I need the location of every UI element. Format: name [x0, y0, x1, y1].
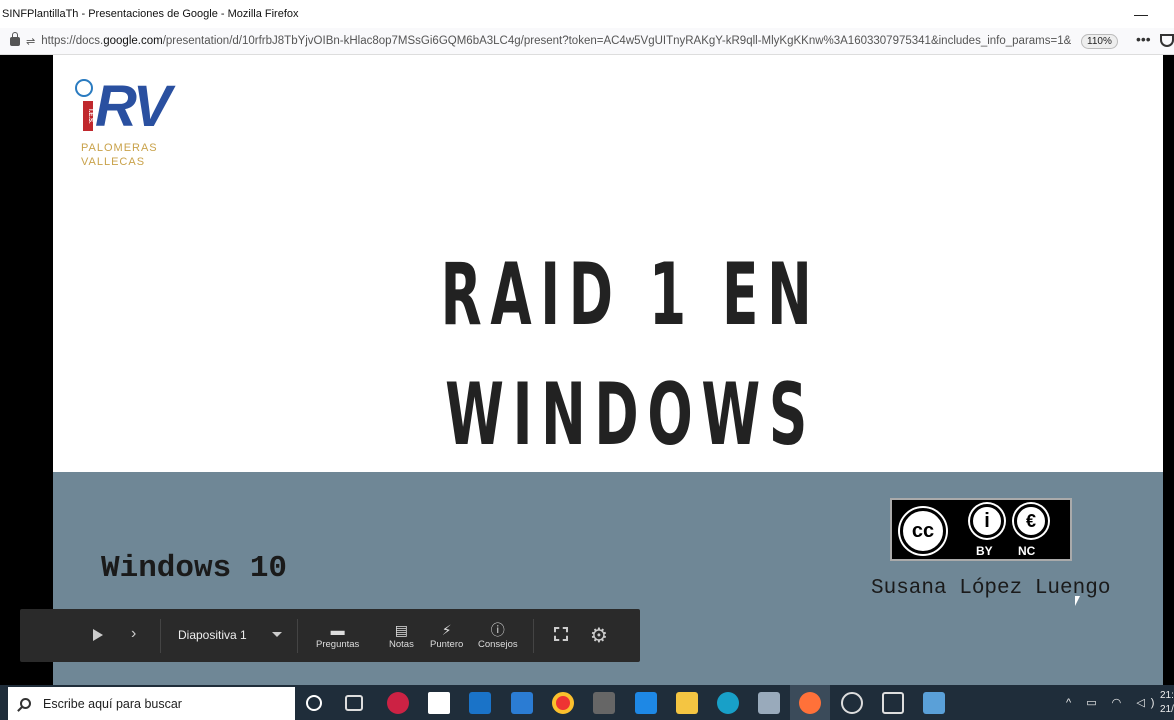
presenter-toolbar: › Diapositiva 1 ▬ Preguntas ▤ Notas ⚡ Pu…: [20, 609, 640, 662]
clock[interactable]: 21: 21/10: [1160, 689, 1174, 717]
task-view-icon[interactable]: [345, 695, 363, 711]
logo-name: PALOMERAS VALLECAS: [81, 142, 158, 168]
calculator-icon[interactable]: [593, 692, 615, 714]
system-tray[interactable]: ^ ▭ ◠ ◁): [1066, 696, 1160, 709]
info-icon: ⓘ: [490, 622, 505, 638]
file-explorer-icon[interactable]: [676, 692, 698, 714]
noncommercial-icon: €: [1014, 504, 1048, 538]
attribution-icon: i: [970, 504, 1004, 538]
divider: [297, 619, 298, 653]
slide-selector[interactable]: Diapositiva 1: [178, 628, 247, 642]
puntero-button[interactable]: ⚡ Puntero: [430, 621, 463, 650]
window-title: SINFPlantillaTh - Presentaciones de Goog…: [2, 8, 299, 20]
lock-icon: [10, 31, 20, 46]
cortana-icon[interactable]: [306, 695, 322, 711]
taskbar-search-box[interactable]: Escribe aquí para buscar: [8, 687, 295, 720]
app-icon[interactable]: [923, 692, 945, 714]
next-slide-button[interactable]: ›: [131, 625, 136, 643]
play-icon[interactable]: [93, 629, 103, 641]
divider: [160, 619, 161, 653]
firefox-icon[interactable]: [799, 692, 821, 714]
slide[interactable]: I.E.S. RV PALOMERAS VALLECAS RAID 1 EN W…: [53, 55, 1163, 685]
slide-title: RAID 1 EN WINDOWS: [440, 245, 821, 465]
obs-icon[interactable]: [841, 692, 863, 714]
fullscreen-icon[interactable]: [554, 627, 568, 641]
word-icon[interactable]: [511, 692, 533, 714]
windows-taskbar: Escribe aquí para buscar ^ ▭ ◠ ◁) 21: 21…: [0, 685, 1174, 720]
mouse-cursor-icon: [1075, 596, 1080, 606]
app-icon[interactable]: [758, 692, 780, 714]
notas-button[interactable]: ▤ Notas: [389, 621, 414, 650]
pocket-icon[interactable]: [1160, 34, 1174, 47]
virtualbox-icon[interactable]: [882, 692, 904, 714]
chrome-icon[interactable]: [552, 692, 574, 714]
presentation-stage: I.E.S. RV PALOMERAS VALLECAS RAID 1 EN W…: [0, 55, 1174, 685]
by-label: BY: [976, 544, 993, 558]
logo-bubble-icon: [75, 79, 93, 97]
more-menu-button[interactable]: •••: [1136, 31, 1151, 47]
address-bar[interactable]: ⇌ https://docs.google.com/presentation/d…: [0, 28, 1174, 55]
chevron-down-icon[interactable]: [272, 632, 282, 637]
store-icon[interactable]: [428, 692, 450, 714]
slide-subtitle: Windows 10: [101, 551, 288, 586]
notes-icon: ▤: [394, 622, 409, 638]
search-placeholder: Escribe aquí para buscar: [43, 696, 182, 711]
window-titlebar: SINFPlantillaTh - Presentaciones de Goog…: [0, 0, 1174, 28]
school-logo: I.E.S. RV PALOMERAS VALLECAS: [75, 77, 175, 177]
gear-icon[interactable]: ⚙: [590, 623, 608, 648]
logo-letters: RV: [95, 74, 172, 139]
cc-license-badge: cc i € BY NC: [890, 498, 1072, 561]
logo-ies-tag: I.E.S.: [83, 101, 93, 131]
url-text[interactable]: https://docs.google.com/presentation/d/1…: [41, 35, 1071, 47]
mail-icon[interactable]: [469, 692, 491, 714]
permissions-icon[interactable]: ⇌: [26, 35, 35, 48]
laser-pointer-icon: ⚡: [441, 622, 452, 638]
minimize-button[interactable]: —: [1134, 6, 1148, 22]
app-icon[interactable]: [387, 692, 409, 714]
nc-label: NC: [1018, 544, 1036, 558]
vscode-icon[interactable]: [635, 692, 657, 714]
divider: [533, 619, 534, 653]
preguntas-button[interactable]: ▬ Preguntas: [316, 621, 359, 650]
cc-icon: cc: [900, 508, 946, 554]
zoom-indicator[interactable]: 110%: [1081, 34, 1118, 49]
questions-icon: ▬: [330, 622, 345, 638]
consejos-button[interactable]: ⓘ Consejos: [478, 621, 518, 650]
search-icon: [20, 698, 31, 709]
edge-icon[interactable]: [717, 692, 739, 714]
